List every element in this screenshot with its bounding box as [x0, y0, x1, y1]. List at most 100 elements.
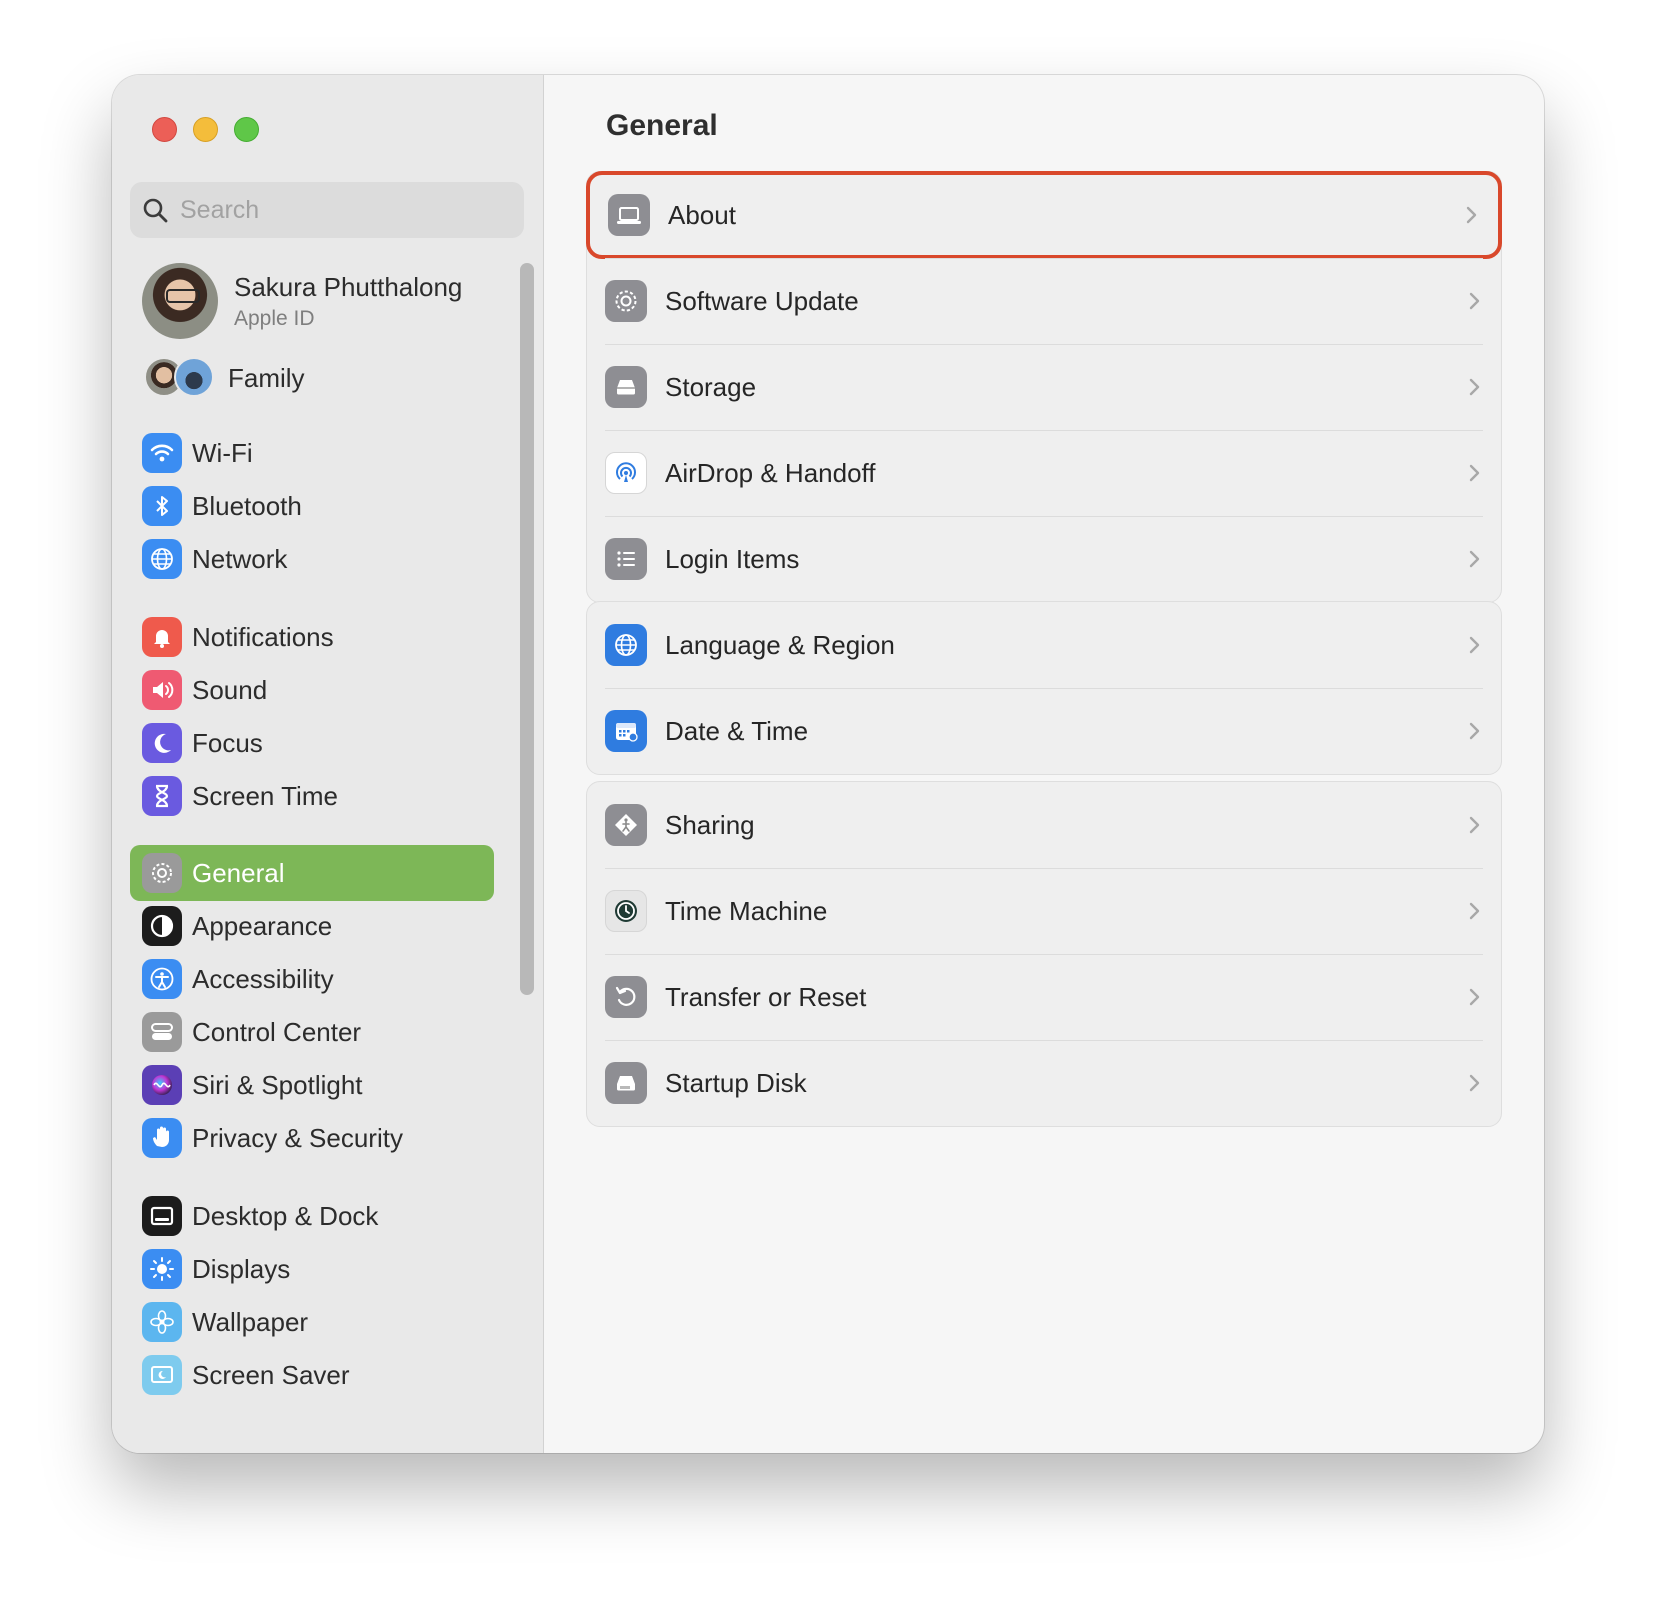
- page-title: General: [606, 109, 718, 142]
- zoom-window-button[interactable]: [234, 117, 259, 142]
- chevron-right-icon: [1469, 902, 1480, 920]
- row-about[interactable]: About: [586, 171, 1502, 259]
- sidebar-item-label: Network: [192, 543, 288, 574]
- family-item[interactable]: Family: [144, 357, 305, 399]
- sidebar-item-label: Siri & Spotlight: [192, 1069, 363, 1100]
- sidebar-item-label: Privacy & Security: [192, 1122, 403, 1153]
- window-controls: [152, 117, 259, 142]
- sidebar-item-notifications[interactable]: Notifications: [130, 609, 494, 665]
- sidebar-item-screen-time[interactable]: Screen Time: [130, 768, 494, 824]
- row-label: Sharing: [665, 809, 755, 840]
- row-language-region[interactable]: Language & Region: [587, 602, 1501, 688]
- row-label: About: [668, 199, 736, 230]
- sidebar-item-sound[interactable]: Sound: [130, 662, 494, 718]
- laptop-icon: [608, 194, 650, 236]
- main-pane: General About Software Update Storage AirDr…: [544, 75, 1544, 1453]
- row-label: Transfer or Reset: [665, 981, 867, 1012]
- gear-icon: [605, 280, 647, 322]
- row-label: Login Items: [665, 543, 800, 574]
- row-label: AirDrop & Handoff: [665, 457, 876, 488]
- row-startup-disk[interactable]: Startup Disk: [587, 1040, 1501, 1126]
- sidebar-item-bluetooth[interactable]: Bluetooth: [130, 478, 494, 534]
- appearance-icon: [142, 906, 182, 946]
- row-transfer-or-reset[interactable]: Transfer or Reset: [587, 954, 1501, 1040]
- row-label: Time Machine: [665, 895, 828, 926]
- row-airdrop-handoff[interactable]: AirDrop & Handoff: [587, 430, 1501, 516]
- search-box[interactable]: [130, 182, 524, 238]
- accessibility-icon: [142, 959, 182, 999]
- sidebar-item-label: Bluetooth: [192, 490, 302, 521]
- sidebar-item-displays[interactable]: Displays: [130, 1241, 494, 1297]
- sidebar-item-general[interactable]: General: [130, 845, 494, 901]
- search-input[interactable]: [180, 195, 500, 225]
- minimize-window-button[interactable]: [193, 117, 218, 142]
- airdrop-icon: [605, 452, 647, 494]
- wifi-icon: [142, 433, 182, 473]
- drive-icon: [605, 366, 647, 408]
- row-date-time[interactable]: Date & Time: [587, 688, 1501, 774]
- sidebar-item-privacy-security[interactable]: Privacy & Security: [130, 1110, 494, 1166]
- list-icon: [605, 538, 647, 580]
- sidebar-item-siri-spotlight[interactable]: Siri & Spotlight: [130, 1057, 494, 1113]
- settings-window: Sakura Phutthalong Apple ID Family Wi-Fi…: [112, 75, 1544, 1453]
- sidebar: Sakura Phutthalong Apple ID Family Wi-Fi…: [112, 75, 544, 1453]
- disk-icon: [605, 1062, 647, 1104]
- row-sharing[interactable]: Sharing: [587, 782, 1501, 868]
- globe-icon: [142, 539, 182, 579]
- row-time-machine[interactable]: Time Machine: [587, 868, 1501, 954]
- hourglass-icon: [142, 776, 182, 816]
- settings-group: About Software Update Storage AirDrop & Han…: [586, 171, 1502, 603]
- sidebar-item-network[interactable]: Network: [130, 531, 494, 587]
- bell-icon: [142, 617, 182, 657]
- sidebar-item-focus[interactable]: Focus: [130, 715, 494, 771]
- family-avatars: [144, 357, 216, 399]
- sidebar-item-desktop-dock[interactable]: Desktop & Dock: [130, 1188, 494, 1244]
- bluetooth-icon: [142, 486, 182, 526]
- sidebar-item-label: Screen Saver: [192, 1359, 350, 1390]
- row-label: Software Update: [665, 285, 859, 316]
- family-avatar: [174, 357, 214, 397]
- sidebar-item-control-center[interactable]: Control Center: [130, 1004, 494, 1060]
- sidebar-item-wallpaper[interactable]: Wallpaper: [130, 1294, 494, 1350]
- account-subtitle: Apple ID: [234, 306, 315, 330]
- reset-icon: [605, 976, 647, 1018]
- sidebar-item-label: Notifications: [192, 621, 334, 652]
- sidebar-item-accessibility[interactable]: Accessibility: [130, 951, 494, 1007]
- chevron-right-icon: [1469, 464, 1480, 482]
- row-storage[interactable]: Storage: [587, 344, 1501, 430]
- screen-saver-icon: [142, 1355, 182, 1395]
- row-label: Date & Time: [665, 715, 809, 746]
- row-software-update[interactable]: Software Update: [587, 258, 1501, 344]
- row-label: Startup Disk: [665, 1067, 807, 1098]
- gear-icon: [142, 853, 182, 893]
- flower-icon: [142, 1302, 182, 1342]
- sun-icon: [142, 1249, 182, 1289]
- sidebar-scrollbar[interactable]: [520, 263, 534, 995]
- sidebar-item-label: Wi-Fi: [192, 437, 253, 468]
- sidebar-item-appearance[interactable]: Appearance: [130, 898, 494, 954]
- sidebar-item-wi-fi[interactable]: Wi-Fi: [130, 425, 494, 481]
- dock-icon: [142, 1196, 182, 1236]
- search-icon: [143, 198, 168, 223]
- chevron-right-icon: [1469, 1074, 1480, 1092]
- apple-id-account[interactable]: Sakura Phutthalong Apple ID: [142, 263, 462, 339]
- speaker-icon: [142, 670, 182, 710]
- avatar: [142, 263, 218, 339]
- sidebar-item-screen-saver[interactable]: Screen Saver: [130, 1347, 494, 1403]
- row-label: Language & Region: [665, 629, 895, 660]
- chevron-right-icon: [1469, 550, 1480, 568]
- chevron-right-icon: [1469, 292, 1480, 310]
- sidebar-item-label: Accessibility: [192, 963, 334, 994]
- close-window-button[interactable]: [152, 117, 177, 142]
- chevron-right-icon: [1469, 722, 1480, 740]
- sidebar-item-label: Focus: [192, 727, 263, 758]
- family-label: Family: [228, 362, 305, 393]
- sidebar-item-label: Displays: [192, 1253, 291, 1284]
- chevron-right-icon: [1469, 816, 1480, 834]
- row-login-items[interactable]: Login Items: [587, 516, 1501, 602]
- time-machine-icon: [605, 890, 647, 932]
- moon-icon: [142, 723, 182, 763]
- calendar-icon: [605, 710, 647, 752]
- siri-icon: [142, 1065, 182, 1105]
- settings-group: Language & Region Date & Time: [586, 601, 1502, 775]
